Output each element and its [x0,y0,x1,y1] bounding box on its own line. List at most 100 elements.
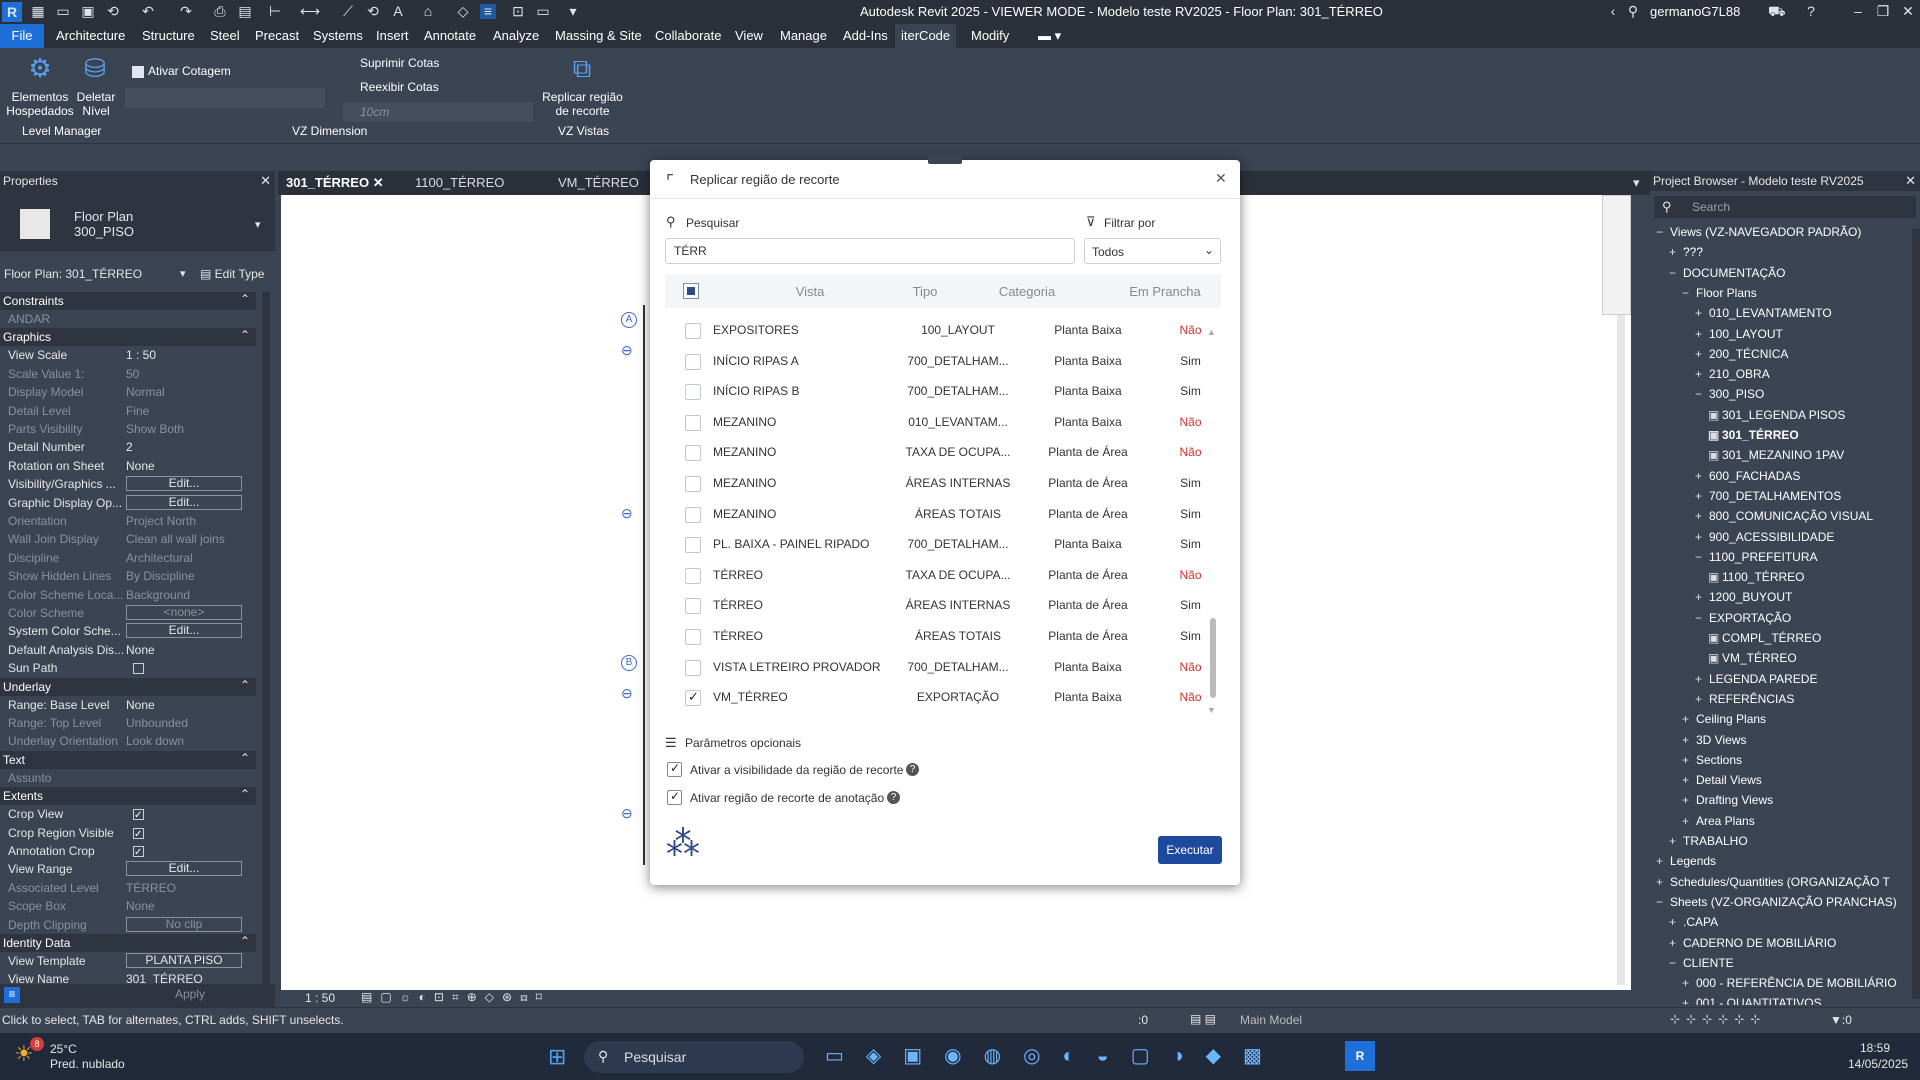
collapse-icon[interactable]: ⌃ [240,751,250,765]
worksets-icon[interactable]: ▤ ▤ [1190,1012,1216,1026]
tab-massing[interactable]: Massing & Site [555,28,642,43]
view-row[interactable]: VM_TÉRREOEXPORTAÇÃOPlanta BaixaNão [668,682,1223,712]
property-row[interactable]: Depth Clipping No clip [0,916,256,934]
property-row[interactable]: Sun Path [0,659,256,677]
row-checkbox[interactable] [685,659,701,676]
expand-icon[interactable]: + [1682,996,1696,1005]
property-row[interactable]: Detail Level Fine [0,402,256,420]
row-checkbox[interactable] [685,384,701,401]
property-row[interactable]: Range: Top Level Unbounded [0,714,256,732]
browser-item[interactable]: ▣ COMPL_TÉRREO [1708,631,1821,645]
expand-icon[interactable]: + [1695,306,1709,320]
browser-item[interactable]: ▣ VM_TÉRREO [1708,651,1797,665]
expand-icon[interactable]: + [1695,590,1709,604]
close-icon[interactable]: ✕ [1900,4,1916,19]
selection-icons[interactable]: ⊹⊹⊹⊹⊹⊹ [1670,1012,1766,1026]
crop-visibility-checkbox[interactable]: ✓ [667,761,682,777]
property-edit-button[interactable]: <none> [126,605,242,620]
browser-item[interactable]: +001 - QUANTITATIVOS [1682,996,1822,1005]
properties-close-icon[interactable]: ✕ [260,173,271,189]
col-tipo[interactable]: Tipo [875,284,975,299]
cart-icon[interactable]: ⛟ [1768,4,1786,19]
expand-icon[interactable]: + [1656,854,1670,868]
property-row[interactable]: Rotation on Sheet None [0,457,256,475]
browser-item[interactable]: +700_DETALHAMENTOS [1695,489,1841,503]
browser-item[interactable]: + Ceiling Plans [1682,712,1766,726]
select-all-checkbox[interactable] [683,283,699,299]
collapse-icon[interactable]: − [1695,611,1709,625]
property-section[interactable]: Identity Data [0,934,256,952]
property-row[interactable]: Annotation Crop [0,842,256,862]
row-checkbox[interactable] [685,353,701,370]
property-checkbox[interactable] [133,844,144,862]
edit-type-button[interactable]: ▤ Edit Type [200,267,264,281]
print-icon[interactable]: ⎙ [212,4,228,19]
browser-item[interactable]: +1200_BUYOUT [1695,590,1792,604]
binoculars-icon[interactable]: ⚲ [1625,4,1641,19]
collapse-icon[interactable]: − [1656,895,1670,909]
type-selector[interactable]: Floor Plan 300_PISO ▾ [0,191,275,251]
view-icon[interactable]: ▣ [1708,448,1722,462]
level-marker-icon[interactable]: ⊖ [621,805,633,822]
grid-bubble-b[interactable]: B [621,655,637,671]
expand-icon[interactable]: + [1682,793,1696,807]
browser-item[interactable]: +800_COMUNICAÇÃO VISUAL [1695,509,1873,523]
browser-item[interactable]: +010_LEVANTAMENTO [1695,306,1832,320]
tab-1100-terreo[interactable]: 1100_TÉRREO [415,175,504,190]
browser-item[interactable]: + Area Plans [1682,814,1755,828]
browser-item[interactable]: + Schedules/Quantities (ORGANIZAÇÃO T [1656,875,1890,889]
row-checkbox[interactable] [685,689,701,707]
tab-steel[interactable]: Steel [210,28,240,43]
level-marker-icon[interactable]: ⊖ [621,342,633,359]
expand-icon[interactable]: + [1656,875,1670,889]
browser-item[interactable]: + CADERNO DE MOBILIÁRIO [1669,936,1836,950]
close-tab-icon[interactable]: ✕ [373,175,384,190]
property-row[interactable]: System Color Sche... Edit... [0,622,256,640]
expand-icon[interactable]: + [1669,915,1683,929]
browser-item[interactable]: ▣ 301_TÉRREO [1708,428,1799,442]
filter-count[interactable]: ▼:0 [1830,1013,1852,1027]
thin-lines-icon[interactable]: ≡ [480,4,496,19]
expand-icon[interactable]: + [1682,712,1696,726]
view-row[interactable]: MEZANINO TAXA DE OCUPA... Planta de Área Nã… [668,437,1223,467]
replicate-crop-icon[interactable]: ⧉ [565,53,599,87]
suprimir-cotas-button[interactable]: Suprimir Cotas [360,56,439,70]
view-row[interactable]: TÉRREO ÁREAS TOTAIS Planta de Área Sim [668,621,1223,651]
annotation-crop-checkbox[interactable]: ✓ [667,789,682,805]
replicate-crop-button[interactable]: Replicar região de recorte [530,90,635,118]
property-row[interactable]: Graphic Display Op... Edit... [0,494,256,512]
row-checkbox[interactable] [685,445,701,462]
browser-search[interactable]: ⚲ Search [1654,196,1916,218]
property-row[interactable]: Scope Box None [0,897,256,915]
open-icon[interactable]: ▭ [55,4,71,19]
property-row[interactable]: Display Model Normal [0,383,256,401]
help-icon[interactable]: ? [887,791,900,804]
execute-button[interactable]: Executar [1158,836,1222,864]
collapse-icon[interactable]: − [1695,387,1709,401]
minimize-icon[interactable]: ‒ [1850,4,1866,19]
tab-analyze[interactable]: Analyze [493,28,539,43]
expand-icon[interactable]: + [1669,245,1683,259]
tab-addins[interactable]: Add-Ins [843,28,888,43]
property-edit-button[interactable]: PLANTA PISO [126,953,242,968]
help-icon[interactable]: ? [1803,4,1819,19]
browser-item[interactable]: + LEGENDA PAREDE [1695,672,1817,686]
dimension-field[interactable] [125,88,325,108]
filter-select[interactable]: Todos ⌄ [1084,238,1221,264]
col-categoria[interactable]: Categoria [967,284,1087,299]
ativar-cotagem-button[interactable]: Ativar Cotagem [148,64,231,78]
row-checkbox[interactable] [685,598,701,615]
level-marker-icon[interactable]: ⊖ [621,685,633,702]
property-edit-button[interactable]: Edit... [126,494,242,510]
contextual-toggle-icon[interactable]: ▬ ▾ [1038,28,1061,44]
table-scrollbar-thumb[interactable] [1210,618,1216,698]
redo-icon[interactable]: ↷ [178,4,194,19]
view-row[interactable]: VISTA LETREIRO PROVADOR 700_DETALHAM... Pl… [668,652,1223,682]
expand-icon[interactable]: + [1695,347,1709,361]
browser-item[interactable]: − CLIENTE [1669,956,1734,970]
tab-file[interactable]: File [0,24,44,48]
browser-item[interactable]: + Sections [1682,753,1742,767]
tab-structure[interactable]: Structure [142,28,195,43]
view-search-input[interactable] [665,238,1075,264]
property-row[interactable]: Visibility/Graphics ... Edit... [0,475,256,493]
